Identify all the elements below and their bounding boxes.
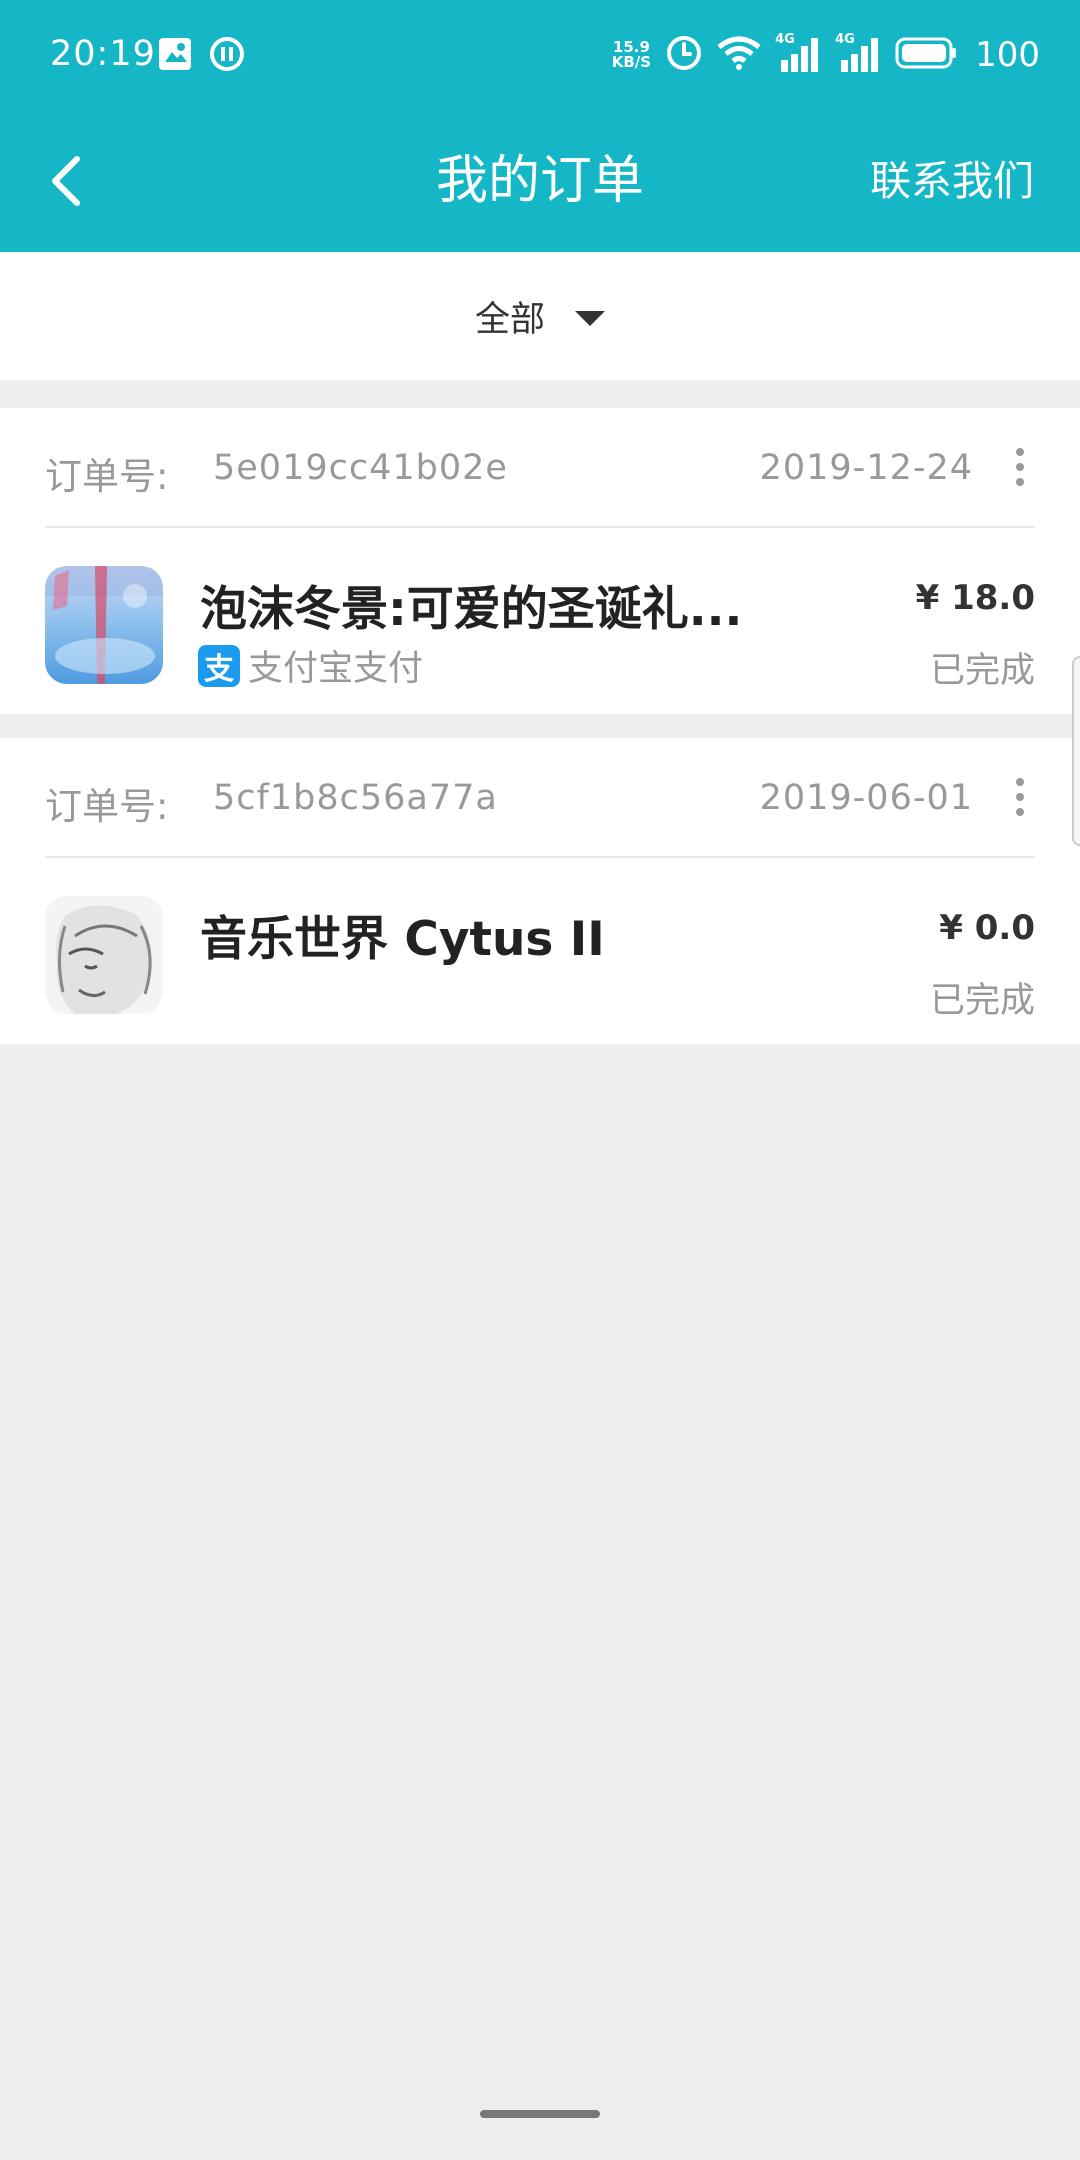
order-number-label: 订单号: xyxy=(45,455,169,498)
alipay-icon: 支 xyxy=(198,644,240,687)
order-date: 2019-06-01 xyxy=(759,778,973,818)
signal-icon: 4G xyxy=(775,32,821,74)
dropdown-arrow-icon xyxy=(575,310,605,326)
pause-circle-icon xyxy=(209,36,245,72)
filter-selected-label: 全部 xyxy=(474,299,545,340)
net-speed-unit: KB/S xyxy=(611,53,652,71)
title-bar: 我的订单 联系我们 xyxy=(0,112,1080,252)
contact-us-button[interactable]: 联系我们 xyxy=(870,136,1034,226)
more-options-icon[interactable] xyxy=(1005,442,1035,492)
order-price: ¥ 18.0 xyxy=(915,578,1035,618)
app-icon xyxy=(45,566,163,684)
signal-icon: 4G xyxy=(835,32,881,74)
payment-method-label: 支付宝支付 xyxy=(248,649,424,689)
alarm-icon xyxy=(665,34,703,76)
battery-level: 100 xyxy=(975,35,1040,75)
order-header: 订单号: 5cf1b8c56a77a 2019-06-01 xyxy=(45,738,1035,858)
wifi-icon xyxy=(717,35,761,75)
order-item[interactable]: 音乐世界 Cytus II ¥ 0.0 已完成 xyxy=(45,860,1035,1044)
order-date: 2019-12-24 xyxy=(759,448,973,488)
order-status: 已完成 xyxy=(929,651,1035,691)
order-filter-dropdown[interactable]: 全部 xyxy=(0,252,1080,380)
app-header: 20:19 15.9 KB/S 4G 4G 100 我的订单 联系我们 xyxy=(0,0,1080,252)
app-name: 音乐世界 Cytus II xyxy=(200,912,605,967)
order-card[interactable]: 订单号: 5e019cc41b02e 2019-12-24 泡沫冬景:可爱的圣诞… xyxy=(0,408,1080,714)
photo-icon xyxy=(157,36,193,72)
status-bar: 20:19 15.9 KB/S 4G 4G 100 xyxy=(0,0,1080,112)
more-options-icon[interactable] xyxy=(1005,772,1035,822)
net-speed: 15.9 KB/S xyxy=(612,40,651,70)
payment-method: 支 支付宝支付 xyxy=(198,640,423,691)
side-edge-handle[interactable] xyxy=(1072,656,1080,846)
battery-icon xyxy=(895,37,957,73)
order-number: 5cf1b8c56a77a xyxy=(213,778,498,818)
order-card[interactable]: 订单号: 5cf1b8c56a77a 2019-06-01 音乐世界 Cytus… xyxy=(0,738,1080,1044)
order-number: 5e019cc41b02e xyxy=(213,448,508,488)
order-number-label: 订单号: xyxy=(45,785,169,828)
order-status: 已完成 xyxy=(929,981,1035,1021)
order-price: ¥ 0.0 xyxy=(939,908,1035,948)
home-indicator[interactable] xyxy=(480,2110,600,2118)
order-item[interactable]: 泡沫冬景:可爱的圣诞礼... 支 支付宝支付 ¥ 18.0 已完成 xyxy=(45,530,1035,714)
order-header: 订单号: 5e019cc41b02e 2019-12-24 xyxy=(45,408,1035,528)
status-right-group: 15.9 KB/S 4G 4G 100 xyxy=(612,30,1040,80)
app-icon xyxy=(45,896,163,1014)
app-name: 泡沫冬景:可爱的圣诞礼... xyxy=(200,582,743,637)
status-time: 20:19 xyxy=(50,34,156,74)
